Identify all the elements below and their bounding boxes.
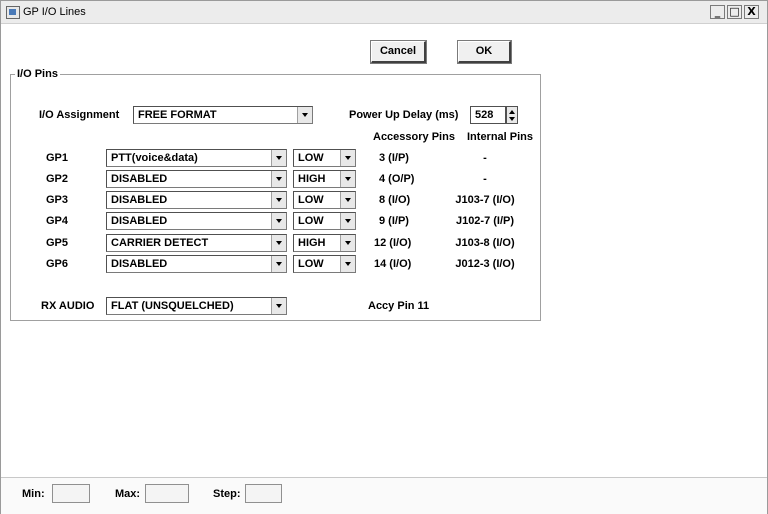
rx-audio-select[interactable]: FLAT (UNSQUELCHED): [106, 297, 287, 315]
gp-label: GP3: [46, 194, 69, 206]
chevron-down-icon[interactable]: [271, 192, 286, 208]
rx-audio-pin: Accy Pin 11: [368, 300, 430, 312]
gp-label: GP6: [46, 258, 69, 270]
gp-function-select[interactable]: CARRIER DETECT: [106, 234, 287, 252]
chevron-down-icon[interactable]: [340, 192, 355, 208]
min-field[interactable]: [52, 484, 90, 503]
io-assignment-select[interactable]: FREE FORMAT: [133, 106, 313, 124]
accessory-pin: 4 (O/P): [379, 173, 415, 185]
gp-function-select[interactable]: DISABLED: [106, 191, 287, 209]
gp-level-select[interactable]: HIGH: [293, 234, 356, 252]
accessory-pin: 8 (I/O): [379, 194, 411, 206]
spin-up-icon[interactable]: [509, 110, 515, 114]
accessory-pin: 12 (I/O): [374, 237, 412, 249]
chevron-down-icon[interactable]: [271, 298, 286, 314]
io-pins-group-label: I/O Pins: [15, 68, 60, 80]
power-up-delay-spinner[interactable]: [506, 106, 518, 124]
internal-pin: J102-7 (I/P): [455, 215, 515, 227]
rx-audio-value: FLAT (UNSQUELCHED): [111, 300, 234, 312]
gp-function-select[interactable]: PTT(voice&data): [106, 149, 287, 167]
close-button[interactable]: X: [744, 5, 759, 19]
accessory-pins-header: Accessory Pins: [373, 131, 455, 143]
power-up-delay-label: Power Up Delay (ms): [349, 109, 459, 121]
power-up-delay-value: 528: [475, 109, 494, 121]
app-icon: [6, 6, 20, 19]
gp-label: GP4: [46, 215, 69, 227]
internal-pins-header: Internal Pins: [467, 131, 534, 143]
gp-level-select[interactable]: LOW: [293, 149, 356, 167]
power-up-delay-input[interactable]: 528: [470, 106, 506, 124]
gp-label: GP2: [46, 173, 69, 185]
internal-pin: J012-3 (I/O): [455, 258, 515, 270]
chevron-down-icon[interactable]: [271, 213, 286, 229]
accessory-pin: 3 (I/P): [379, 152, 409, 164]
ok-button[interactable]: OK: [457, 40, 512, 64]
internal-pin: J103-8 (I/O): [455, 237, 515, 249]
chevron-down-icon[interactable]: [271, 150, 286, 166]
gp-level-select[interactable]: LOW: [293, 212, 356, 230]
spin-down-icon[interactable]: [509, 117, 515, 121]
step-field[interactable]: [245, 484, 282, 503]
step-label: Step:: [213, 488, 241, 500]
accessory-pin: 9 (I/P): [379, 215, 409, 227]
max-field[interactable]: [145, 484, 189, 503]
gp-level-value: LOW: [298, 194, 324, 206]
gp-label: GP5: [46, 237, 69, 249]
io-assignment-value: FREE FORMAT: [138, 109, 217, 121]
gp-function-value: DISABLED: [111, 258, 168, 270]
chevron-down-icon[interactable]: [271, 171, 286, 187]
accessory-pin: 14 (I/O): [374, 258, 412, 270]
minimize-button[interactable]: _: [710, 5, 725, 19]
chevron-down-icon[interactable]: [340, 150, 355, 166]
internal-pin: J103-7 (I/O): [455, 194, 515, 206]
gp-level-value: LOW: [298, 215, 324, 227]
gp-level-value: LOW: [298, 258, 324, 270]
internal-pin: -: [483, 173, 487, 185]
window-title: GP I/O Lines: [23, 6, 86, 18]
gp-level-value: LOW: [298, 152, 324, 164]
gp-function-select[interactable]: DISABLED: [106, 255, 287, 273]
gp-level-select[interactable]: LOW: [293, 191, 356, 209]
gp-level-select[interactable]: HIGH: [293, 170, 356, 188]
chevron-down-icon[interactable]: [340, 213, 355, 229]
gp-function-select[interactable]: DISABLED: [106, 170, 287, 188]
gp-level-value: HIGH: [298, 237, 326, 249]
gp-function-value: PTT(voice&data): [111, 152, 198, 164]
gp-function-select[interactable]: DISABLED: [106, 212, 287, 230]
chevron-down-icon[interactable]: [340, 171, 355, 187]
gp-function-value: DISABLED: [111, 194, 168, 206]
chevron-down-icon[interactable]: [271, 256, 286, 272]
title-bar: GP I/O Lines _ □ X: [1, 1, 767, 24]
gp-io-lines-window: GP I/O Lines _ □ X Cancel OK I/O Pins I/…: [0, 0, 768, 514]
maximize-button[interactable]: □: [727, 5, 742, 19]
max-label: Max:: [115, 488, 141, 500]
chevron-down-icon[interactable]: [340, 256, 355, 272]
internal-pin: -: [483, 152, 487, 164]
gp-function-value: CARRIER DETECT: [111, 237, 209, 249]
gp-function-value: DISABLED: [111, 173, 168, 185]
chevron-down-icon[interactable]: [297, 107, 312, 123]
gp-function-value: DISABLED: [111, 215, 168, 227]
chevron-down-icon[interactable]: [340, 235, 355, 251]
gp-level-select[interactable]: LOW: [293, 255, 356, 273]
io-assignment-label: I/O Assignment: [39, 109, 120, 121]
cancel-button[interactable]: Cancel: [370, 40, 427, 64]
rx-audio-label: RX AUDIO: [41, 300, 95, 312]
gp-level-value: HIGH: [298, 173, 326, 185]
chevron-down-icon[interactable]: [271, 235, 286, 251]
gp-label: GP1: [46, 152, 69, 164]
min-label: Min:: [22, 488, 45, 500]
